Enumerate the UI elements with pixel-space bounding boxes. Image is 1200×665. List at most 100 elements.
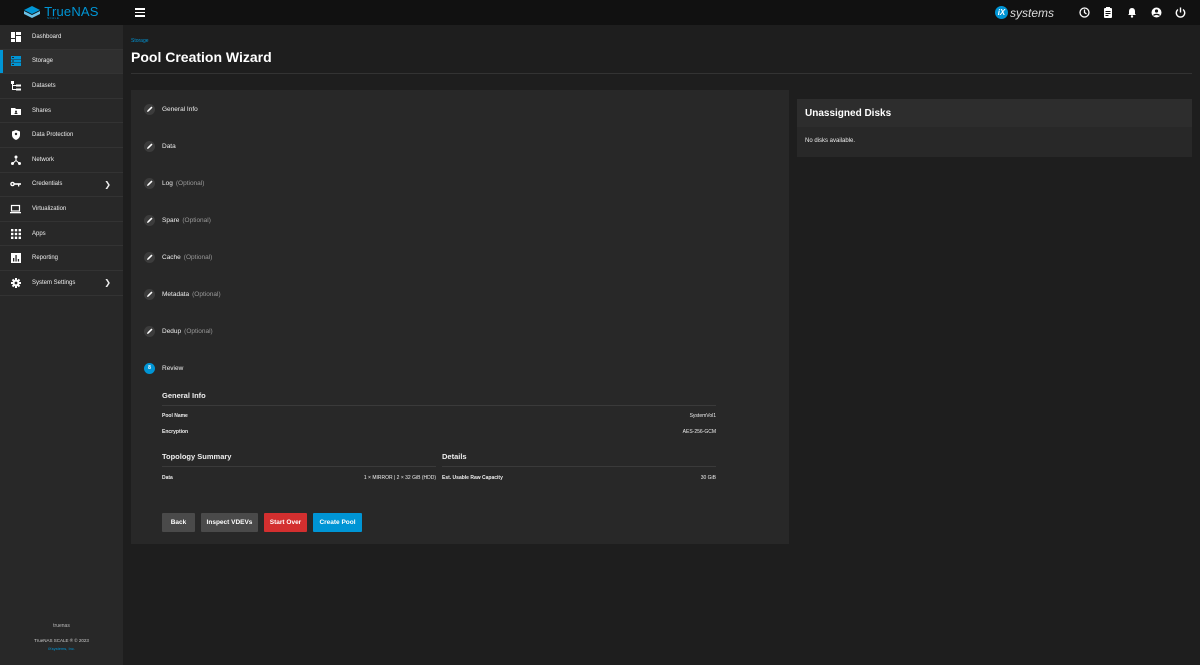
sidebar-item-dashboard[interactable]: Dashboard <box>0 25 123 50</box>
copyright: TrueNAS SCALE ® © 2023 <box>34 638 89 643</box>
capacity-value: 30 GiB <box>700 475 716 481</box>
step-label: Log <box>162 179 173 187</box>
sidebar-item-credentials[interactable]: Credentials ❯ <box>0 173 123 198</box>
divider <box>162 466 436 467</box>
step-data[interactable]: Data <box>144 139 179 153</box>
general-info-heading: General Info <box>162 391 206 400</box>
datasets-icon <box>10 80 21 91</box>
pencil-icon <box>144 214 155 226</box>
sidebar-item-label: Reporting <box>32 255 59 262</box>
truecommand-icon[interactable] <box>1072 0 1096 25</box>
pencil-icon <box>144 103 155 115</box>
step-log[interactable]: Log (Optional) <box>144 176 204 190</box>
sidebar-item-label: Credentials <box>32 181 63 188</box>
step-label: Review <box>162 364 184 372</box>
step-optional: (Optional) <box>183 253 213 261</box>
laptop-icon <box>10 203 21 214</box>
key-icon <box>10 179 21 190</box>
sidebar-item-reporting[interactable]: Reporting <box>0 246 123 271</box>
pool-wizard: General Info Data Log (Optional) Spare (… <box>131 90 789 544</box>
step-metadata[interactable]: Metadata (Optional) <box>144 287 221 301</box>
unassigned-disks-card: Unassigned Disks No disks available. <box>797 99 1192 157</box>
topology-summary-heading: Topology Summary <box>162 452 232 461</box>
step-optional: (Optional) <box>184 327 213 335</box>
pencil-icon <box>144 288 155 300</box>
step-number-badge: 8 <box>144 362 155 374</box>
inspect-vdevs-button[interactable]: Inspect VDEVs <box>201 513 258 532</box>
storage-icon <box>10 56 21 67</box>
step-dedup[interactable]: Dedup (Optional) <box>144 324 213 338</box>
ix-logo-icon: iX <box>994 6 1008 19</box>
sidebar-item-label: Datasets <box>32 82 56 89</box>
apps-icon <box>10 228 21 239</box>
divider <box>131 73 1192 74</box>
pool-name-label: Pool Name <box>162 413 188 419</box>
step-spare[interactable]: Spare (Optional) <box>144 213 211 227</box>
step-general-info[interactable]: General Info <box>144 102 201 116</box>
dashboard-icon <box>10 31 21 42</box>
encryption-value: AES-256-GCM <box>682 429 716 435</box>
brand-edition: SCALE <box>47 16 60 20</box>
sidebar-item-label: System Settings <box>32 279 76 286</box>
divider <box>162 405 716 406</box>
brand-logo[interactable]: TrueNAS SCALE <box>0 0 123 25</box>
pool-name-value: SystemVol1 <box>689 413 716 419</box>
step-label: Dedup <box>162 327 182 335</box>
no-disks-message: No disks available. <box>805 138 856 144</box>
bell-icon[interactable] <box>1120 0 1144 25</box>
step-label: Metadata <box>162 290 190 298</box>
jobs-icon[interactable] <box>1096 0 1120 25</box>
sidebar-item-storage[interactable]: Storage <box>0 49 123 75</box>
breadcrumb[interactable]: Storage <box>131 38 149 44</box>
sidebar-item-datasets[interactable]: Datasets <box>0 74 123 99</box>
step-review[interactable]: 8 Review <box>144 361 183 375</box>
truenas-logo-icon <box>24 6 41 18</box>
step-optional: (Optional) <box>175 179 205 187</box>
step-optional: (Optional) <box>182 216 211 224</box>
sidebar-item-label: Dashboard <box>32 33 62 40</box>
step-label: General Info <box>162 105 198 113</box>
create-pool-button[interactable]: Create Pool <box>313 513 362 532</box>
sidebar-item-label: Network <box>32 156 55 163</box>
encryption-label: Encryption <box>162 429 189 435</box>
details-heading: Details <box>442 452 467 461</box>
top-bar: TrueNAS SCALE iX systems <box>0 0 1200 25</box>
pencil-icon <box>144 177 155 189</box>
step-label: Cache <box>162 253 181 261</box>
pencil-icon <box>144 325 155 337</box>
data-value: 1 × MIRROR | 2 × 32 GiB (HDD) <box>363 475 436 481</box>
network-icon <box>10 154 21 165</box>
sidebar-item-network[interactable]: Network <box>0 148 123 173</box>
step-label: Data <box>162 142 176 150</box>
sidebar-item-label: Storage <box>32 58 54 65</box>
hamburger-menu-icon[interactable] <box>135 6 149 20</box>
step-optional: (Optional) <box>192 290 221 298</box>
ixsystems-logo[interactable]: iX systems <box>994 6 1054 20</box>
divider <box>442 466 716 467</box>
sidebar-item-label: Shares <box>32 107 52 114</box>
sidebar: Dashboard Storage Datasets Shares Data P… <box>0 25 123 665</box>
shield-icon <box>10 130 21 141</box>
pencil-icon <box>144 251 155 263</box>
sidebar-item-virtualization[interactable]: Virtualization <box>0 197 123 222</box>
page-title: Pool Creation Wizard <box>131 49 272 65</box>
sidebar-item-apps[interactable]: Apps <box>0 222 123 247</box>
shares-icon <box>10 105 21 116</box>
step-cache[interactable]: Cache (Optional) <box>144 250 212 264</box>
sidebar-item-data-protection[interactable]: Data Protection <box>0 123 123 148</box>
sidebar-item-system-settings[interactable]: System Settings ❯ <box>0 271 123 296</box>
account-icon[interactable] <box>1144 0 1168 25</box>
chevron-right-icon: ❯ <box>104 179 111 189</box>
sidebar-footer: truenas TrueNAS SCALE ® © 2023 iXsystems… <box>0 623 123 651</box>
back-button[interactable]: Back <box>162 513 195 532</box>
step-label: Spare <box>162 216 180 224</box>
sidebar-item-label: Data Protection <box>32 132 74 139</box>
start-over-button[interactable]: Start Over <box>264 513 307 532</box>
chevron-right-icon: ❯ <box>104 278 111 288</box>
capacity-label: Est. Usable Raw Capacity <box>442 475 503 481</box>
reporting-icon <box>10 253 21 264</box>
sidebar-item-label: Virtualization <box>32 205 67 212</box>
sidebar-item-shares[interactable]: Shares <box>0 99 123 124</box>
company-link[interactable]: iXsystems, Inc. <box>0 646 123 651</box>
power-icon[interactable] <box>1168 0 1192 25</box>
